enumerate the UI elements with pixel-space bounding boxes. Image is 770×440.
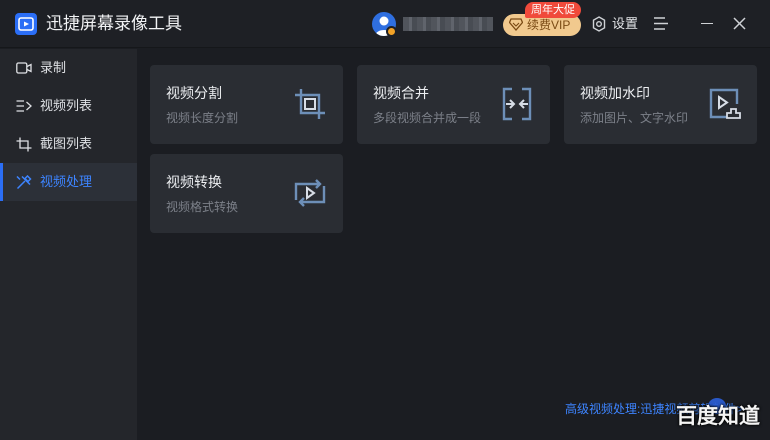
tool-card-desc: 视频格式转换 [166, 200, 239, 214]
list-icon [16, 100, 32, 112]
tool-card-merge[interactable]: 视频合并 多段视频合并成一段 [357, 65, 550, 144]
close-icon[interactable] [733, 17, 746, 30]
merge-icon [502, 87, 532, 121]
sidebar-item-screenshot-list[interactable]: 截图列表 [0, 125, 137, 163]
sidebar-item-video-processing[interactable]: 视频处理 [0, 163, 137, 201]
sidebar-item-label: 视频处理 [40, 174, 93, 189]
sidebar-item-label: 视频列表 [40, 98, 93, 113]
baidu-zhidao-watermark: 百度知道 [676, 405, 760, 428]
settings-button[interactable]: 设置 [612, 16, 638, 32]
sidebar-item-video-list[interactable]: 视频列表 [0, 87, 137, 125]
app-title: 迅捷屏幕录像工具 [46, 14, 182, 33]
sidebar: 录制 视频列表 截图列表 视频处理 [0, 49, 137, 440]
tool-card-title: 视频加水印 [580, 85, 650, 101]
tool-card-desc: 多段视频合并成一段 [373, 111, 482, 125]
watermark-icon [709, 88, 741, 119]
tool-card-watermark[interactable]: 视频加水印 添加图片、文字水印 [564, 65, 757, 144]
menu-icon[interactable] [654, 17, 668, 30]
tools-icon [16, 175, 32, 190]
tool-card-desc: 视频长度分割 [166, 111, 239, 125]
screenshot-icon [16, 137, 32, 152]
tool-card-split[interactable]: 视频分割 视频长度分割 [150, 65, 343, 144]
convert-icon [294, 179, 326, 207]
sidebar-item-record[interactable]: 录制 [0, 49, 137, 87]
title-bar: 迅捷屏幕录像工具 续费VIP 周年大促 设置 [0, 0, 770, 48]
diamond-icon [509, 18, 523, 31]
sidebar-item-label: 录制 [40, 60, 67, 75]
promo-badge: 周年大促 [525, 2, 581, 18]
tool-card-title: 视频转换 [166, 174, 222, 190]
tool-card-title: 视频分割 [166, 85, 222, 101]
gear-icon[interactable] [591, 16, 607, 32]
tool-card-desc: 添加图片、文字水印 [580, 111, 689, 125]
app-logo-icon [15, 13, 37, 35]
sidebar-item-label: 截图列表 [40, 136, 93, 151]
camera-icon [16, 62, 32, 74]
username-redacted [403, 17, 493, 31]
avatar-badge-icon [386, 26, 397, 37]
minimize-icon[interactable] [701, 23, 713, 24]
tool-card-convert[interactable]: 视频转换 视频格式转换 [150, 154, 343, 233]
tool-card-title: 视频合并 [373, 85, 429, 101]
active-indicator [0, 163, 3, 201]
crop-icon [295, 89, 325, 119]
